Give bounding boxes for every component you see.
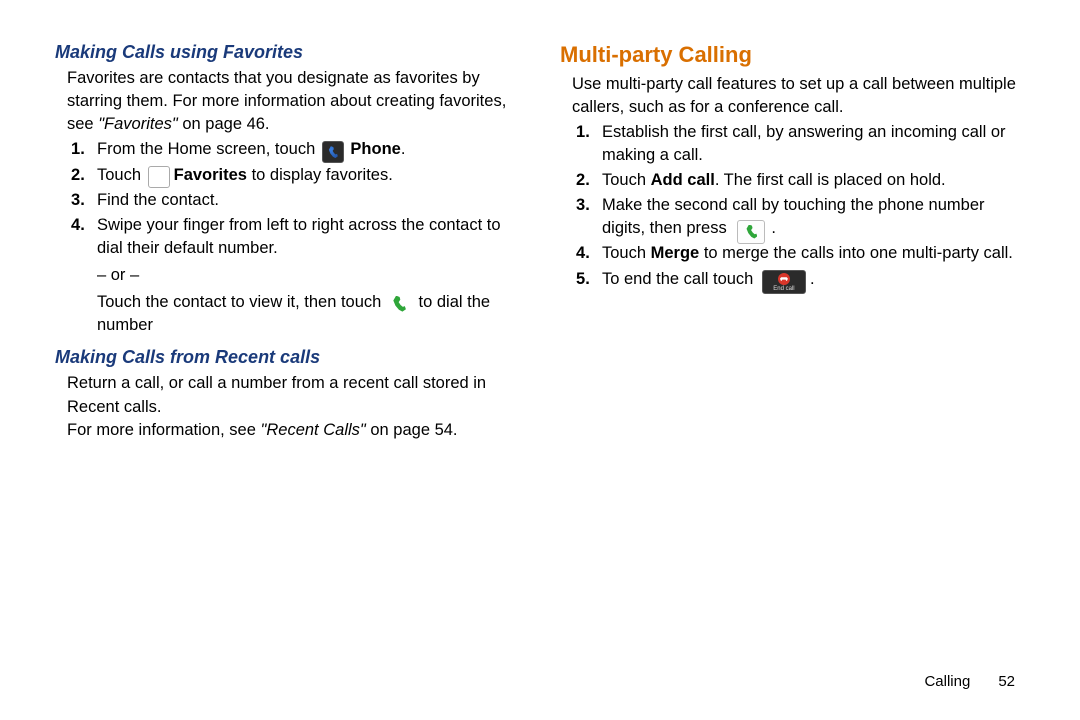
step-3: Make the second call by touching the pho… [598,194,1025,240]
text: to display favorites. [247,166,393,184]
favorites-tab-icon [148,166,170,188]
text: To end the call touch [602,270,758,288]
favorites-label: Favorites [174,166,247,184]
text: on page 46. [178,115,270,133]
favorites-steps: From the Home screen, touch Phone. Touch… [55,138,520,337]
heading-multiparty: Multi-party Calling [560,40,1025,71]
add-call-label: Add call [651,171,715,189]
heading-favorites: Making Calls using Favorites [55,40,520,65]
text: . The first call is placed on hold. [715,171,946,189]
text: Establish the first call, by answering a… [602,123,1006,164]
step-1: Establish the first call, by answering a… [598,121,1025,167]
text: From the Home screen, touch [97,140,320,158]
text: Touch [602,244,651,262]
text: to merge the calls into one multi-party … [699,244,1013,262]
recent-p2: For more information, see "Recent Calls"… [55,419,520,442]
ref-favorites: "Favorites" [98,115,178,133]
text: Make the second call by touching the pho… [602,196,985,237]
text: on page 54. [366,421,458,439]
right-column: Multi-party Calling Use multi-party call… [560,40,1025,673]
multiparty-steps: Establish the first call, by answering a… [560,121,1025,291]
ref-recent-calls: "Recent Calls" [261,421,366,439]
step-4: Swipe your finger from left to right acr… [93,214,520,337]
call-button-icon [737,220,765,244]
text: Swipe your finger from left to right acr… [97,216,501,257]
end-call-label: End call [763,286,805,292]
step-2: Touch Add call. The first call is placed… [598,169,1025,192]
text: Find the contact. [97,191,219,209]
page-footer: Calling 52 [55,673,1025,690]
favorites-intro: Favorites are contacts that you designat… [55,67,520,136]
phone-app-icon [322,141,344,163]
left-column: Making Calls using Favorites Favorites a… [55,40,520,673]
manual-page: Making Calls using Favorites Favorites a… [0,0,1080,720]
text: . [401,140,406,158]
text: Touch [602,171,651,189]
section-name: Calling [924,673,970,690]
recent-p1: Return a call, or call a number from a r… [55,372,520,418]
phone-label: Phone [346,140,401,158]
step-4: Touch Merge to merge the calls into one … [598,242,1025,265]
merge-label: Merge [651,244,700,262]
text: Touch [97,166,146,184]
step-5: To end the call touch End call. [598,268,1025,291]
text: . [810,270,815,288]
columns: Making Calls using Favorites Favorites a… [55,40,1025,673]
page-number: 52 [998,673,1015,690]
or-divider: – or – [97,264,520,287]
multiparty-intro: Use multi-party call features to set up … [560,73,1025,119]
text: For more information, see [67,421,261,439]
end-call-icon: End call [762,270,806,294]
step-2: Touch Favorites to display favorites. [93,164,520,187]
heading-recent: Making Calls from Recent calls [55,345,520,370]
step-1: From the Home screen, touch Phone. [93,138,520,161]
dial-icon [390,295,410,315]
text: . [771,219,776,237]
step-3: Find the contact. [93,189,520,212]
text: Touch the contact to view it, then touch [97,293,386,311]
